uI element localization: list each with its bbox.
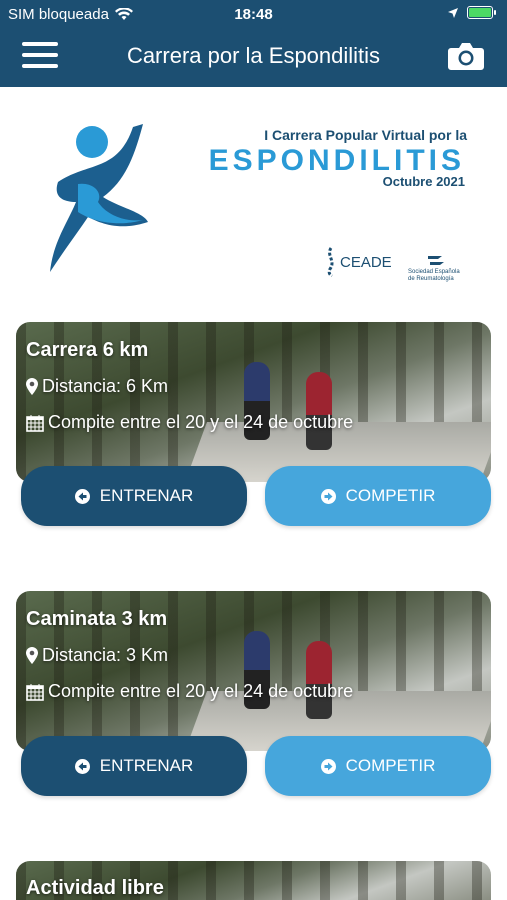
event-card-carrera[interactable]: Carrera 6 km Distancia: 6 Km Compite ent… bbox=[16, 322, 491, 482]
arrow-left-circle-icon bbox=[74, 758, 90, 774]
train-button[interactable]: ENTRENAR bbox=[21, 736, 247, 796]
camera-icon bbox=[448, 43, 484, 70]
calendar-icon bbox=[26, 683, 44, 701]
runner-figure bbox=[306, 372, 332, 450]
camera-button[interactable] bbox=[447, 40, 485, 74]
card-title: Carrera 6 km bbox=[26, 339, 149, 361]
arrow-right-circle-icon bbox=[320, 758, 336, 774]
card-dates: Compite entre el 20 y el 24 de octubre bbox=[26, 412, 353, 433]
event-card-actividad-libre[interactable]: Actividad libre bbox=[16, 861, 491, 900]
location-arrow-icon bbox=[448, 7, 458, 18]
train-button[interactable]: ENTRENAR bbox=[21, 466, 247, 526]
map-pin-icon bbox=[26, 378, 38, 395]
compete-button[interactable]: COMPETIR bbox=[265, 466, 491, 526]
banner-date: Octubre 2021 bbox=[382, 174, 465, 189]
ser-emblem-icon bbox=[428, 256, 444, 265]
card-title: Caminata 3 km bbox=[26, 608, 168, 630]
hamburger-icon bbox=[22, 42, 58, 46]
ser-logo: Sociedad Española de Reumatología bbox=[408, 252, 464, 283]
spine-icon bbox=[327, 247, 334, 277]
arrow-left-circle-icon bbox=[74, 488, 90, 504]
calendar-icon bbox=[26, 414, 44, 432]
card-distance: Distancia: 3 Km bbox=[26, 645, 168, 666]
banner-title: ESPONDILITIS bbox=[208, 144, 465, 177]
runner-figure bbox=[306, 641, 332, 719]
card-dates: Compite entre el 20 y el 24 de octubre bbox=[26, 681, 353, 702]
clock: 18:48 bbox=[234, 6, 273, 23]
ceade-logo: CEADE bbox=[324, 247, 392, 277]
map-pin-icon bbox=[26, 647, 38, 664]
banner-subtitle: I Carrera Popular Virtual por la bbox=[264, 127, 467, 143]
event-banner: I Carrera Popular Virtual por la ESPONDI… bbox=[0, 87, 507, 317]
page-title: Carrera por la Espondilitis bbox=[126, 43, 381, 68]
event-card-caminata[interactable]: Caminata 3 km Distancia: 3 Km Compite en… bbox=[16, 591, 491, 751]
arrow-right-circle-icon bbox=[320, 488, 336, 504]
status-bar: SIM bloqueada 18:48 bbox=[0, 0, 507, 30]
menu-button[interactable] bbox=[22, 42, 58, 72]
app-header: SIM bloqueada 18:48 Carrera por la Espon… bbox=[0, 0, 507, 87]
battery-icon bbox=[467, 6, 496, 19]
runner-logo bbox=[50, 124, 148, 272]
card-distance: Distancia: 6 Km bbox=[26, 376, 168, 397]
compete-button[interactable]: COMPETIR bbox=[265, 736, 491, 796]
card-title: Actividad libre bbox=[26, 877, 164, 899]
